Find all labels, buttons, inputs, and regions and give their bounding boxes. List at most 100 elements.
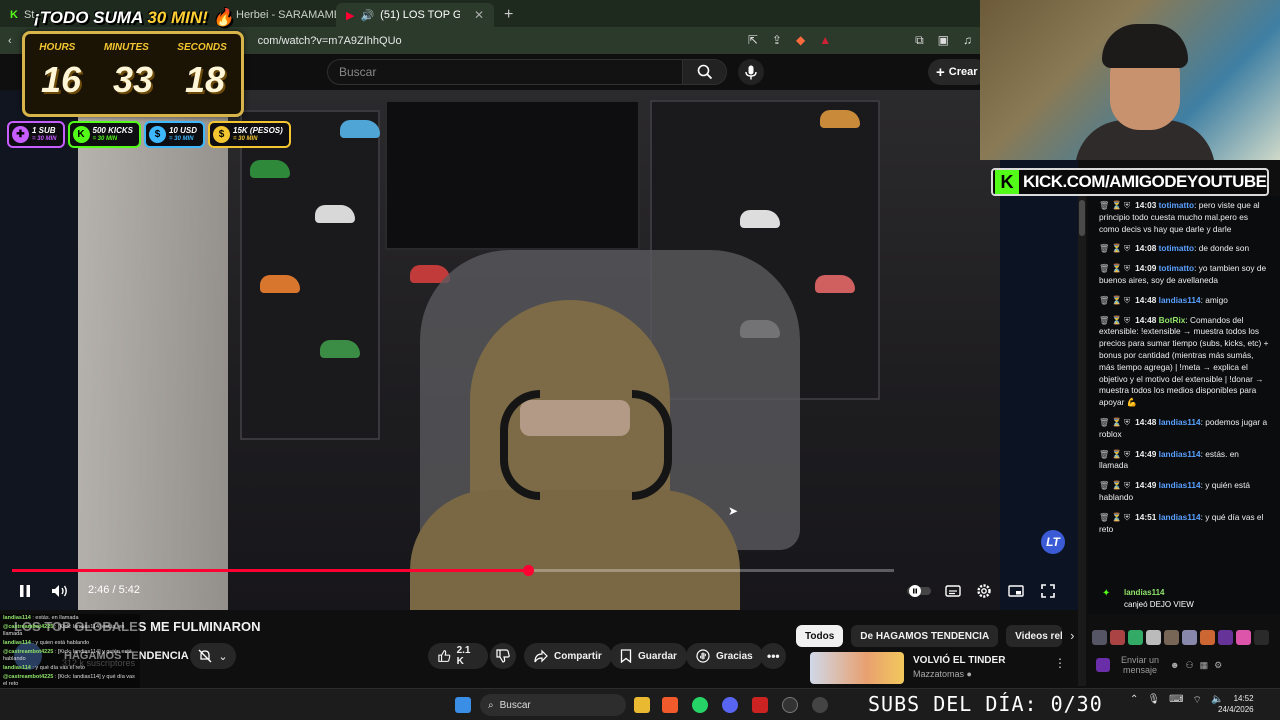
progress-knob[interactable] (522, 565, 534, 576)
chevron-right-icon[interactable]: › (1070, 625, 1074, 647)
redeem-text: canjeó DEJO VIEW (1124, 600, 1194, 609)
progress-bar[interactable] (12, 565, 894, 576)
chat-username[interactable]: landias114 (1159, 512, 1201, 522)
subtitles-button[interactable] (944, 582, 962, 600)
new-tab-button[interactable]: + (494, 3, 523, 27)
store-icon[interactable]: ▦ (1200, 660, 1209, 671)
emote-icon[interactable] (1254, 629, 1269, 645)
recommended-video[interactable]: VOLVIÓ EL TINDER Mazzatomas ● ⋮ (796, 652, 1066, 686)
thanks-button[interactable]: Gracias (686, 643, 763, 669)
volume-button[interactable] (50, 582, 70, 600)
video-player[interactable]: LT ➤ 2:46 / 5:42 (0, 90, 1078, 610)
like-button[interactable]: 2.1 K (428, 643, 488, 669)
overlay-chat-user: @castreambot4225 (3, 649, 54, 655)
chat-username[interactable]: BotRix (1159, 315, 1186, 325)
taskbar-search[interactable]: ⌕ Buscar (480, 694, 626, 716)
chat-settings-icon[interactable]: ⚙ (1214, 660, 1222, 671)
tab-youtube[interactable]: ▶ 🔊 (51) LOS TOP GLOBALES ME F ✕ (336, 3, 494, 27)
recommended-thumbnail[interactable] (810, 652, 904, 684)
chat-username[interactable]: totimatto (1159, 200, 1195, 210)
tray-keyboard-icon[interactable]: ⌨ (1169, 694, 1183, 707)
open-in-app-icon[interactable]: ⇱ (748, 33, 758, 48)
overlay-chat-user: landias114 (3, 640, 31, 646)
fullscreen-button[interactable] (1039, 582, 1057, 600)
channel-watermark-icon[interactable]: LT (1041, 530, 1065, 554)
back-icon[interactable]: ‹ (8, 35, 12, 47)
brave-shield-icon[interactable]: ◆ (796, 33, 805, 48)
brave-icon[interactable] (662, 697, 678, 713)
file-explorer-icon[interactable] (634, 697, 650, 713)
chip-all[interactable]: Todos (796, 625, 844, 647)
whatsapp-icon[interactable] (692, 697, 708, 713)
notifications-button[interactable]: ⌄ (190, 643, 236, 669)
emote-icon[interactable] (1092, 629, 1107, 645)
extensions-icon[interactable]: ⧉ (915, 33, 924, 48)
tray-chevron-icon[interactable]: ⌃ (1130, 694, 1138, 707)
emote-icon[interactable] (1146, 629, 1161, 645)
emote-icon[interactable] (1236, 629, 1251, 645)
emote-icon[interactable] (1128, 629, 1143, 645)
subathon-timer: HOURS MINUTES SECONDS 16 33 18 (22, 31, 244, 117)
wifi-icon[interactable]: ⌔ (1193, 694, 1202, 707)
chip-related[interactable]: Videos rel (1006, 625, 1063, 647)
emoji-icon[interactable]: ☻ (1170, 660, 1179, 670)
settings-button[interactable] (975, 582, 993, 600)
more-actions-button[interactable]: ••• (760, 643, 786, 669)
chat-mic-icon[interactable] (1096, 658, 1110, 672)
emote-icon[interactable] (1110, 629, 1125, 645)
recommended-title[interactable]: VOLVIÓ EL TINDER (913, 655, 1005, 666)
chat-scrollbar[interactable] (1078, 196, 1086, 686)
mod-actions-icon[interactable]: 🗑⏳⛨ (1099, 449, 1132, 459)
mod-actions-icon[interactable]: 🗑⏳⛨ (1099, 417, 1132, 427)
brave-rewards-icon[interactable]: ▲ (819, 33, 831, 48)
mod-actions-icon[interactable]: 🗑⏳⛨ (1099, 315, 1132, 325)
tray-mic-icon[interactable]: 🎙 (1147, 694, 1160, 707)
emote-icon[interactable] (1200, 629, 1215, 645)
app-icon[interactable] (752, 697, 768, 713)
create-button[interactable]: + Crear (928, 59, 988, 85)
chat-username[interactable]: landias114 (1159, 417, 1201, 427)
emote-icon[interactable] (1218, 629, 1233, 645)
chat-input[interactable]: Enviar un mensaje (1116, 655, 1164, 675)
chat-username[interactable]: landias114 (1159, 480, 1201, 490)
url-text[interactable]: com/watch?v=m7A9ZIhhQUo (258, 35, 402, 47)
emote-icon[interactable] (1164, 629, 1179, 645)
mod-actions-icon[interactable]: 🗑⏳⛨ (1099, 200, 1132, 210)
close-tab-icon[interactable]: ✕ (474, 8, 484, 22)
chip-channel[interactable]: De HAGAMOS TENDENCIA (851, 625, 999, 647)
chat-username[interactable]: totimatto (1159, 263, 1195, 273)
discord-icon[interactable] (722, 697, 738, 713)
media-icon[interactable]: ♫ (963, 33, 972, 48)
mod-actions-icon[interactable]: 🗑⏳⛨ (1099, 480, 1132, 490)
mod-actions-icon[interactable]: 🗑⏳⛨ (1099, 295, 1132, 305)
search-button[interactable] (682, 60, 726, 84)
windows-start-icon[interactable] (455, 697, 471, 713)
voice-search-button[interactable] (738, 59, 764, 85)
chat-username[interactable]: landias114 (1159, 449, 1201, 459)
wallet-icon[interactable]: ▣ (938, 33, 949, 48)
chat-timestamp: 14:03 (1135, 200, 1157, 210)
chat-username[interactable]: landias114 (1159, 295, 1201, 305)
chat-username[interactable]: totimatto (1159, 243, 1195, 253)
dislike-button[interactable] (490, 643, 516, 669)
pause-button[interactable] (16, 582, 34, 600)
miniplayer-button[interactable] (1007, 582, 1025, 600)
chat-tools-icon[interactable]: ⚇ (1185, 660, 1193, 671)
save-button[interactable]: Guardar (610, 643, 687, 669)
share-button[interactable]: Compartir (524, 643, 612, 669)
recommended-channel[interactable]: Mazzatomas ● (913, 669, 972, 679)
mod-actions-icon[interactable]: 🗑⏳⛨ (1099, 263, 1132, 273)
emote-icon[interactable] (1182, 629, 1197, 645)
redeem-user[interactable]: landias114 (1124, 588, 1164, 597)
mod-actions-icon[interactable]: 🗑⏳⛨ (1099, 243, 1132, 253)
obs-icon[interactable] (782, 697, 798, 713)
taskbar-clock[interactable]: 14:52 24/4/2026 (1218, 693, 1254, 715)
autoplay-toggle[interactable] (906, 584, 932, 598)
scrollbar-thumb[interactable] (1079, 200, 1085, 236)
search-input[interactable] (328, 65, 682, 79)
app-icon[interactable] (812, 697, 828, 713)
share-icon[interactable]: ⇪ (772, 33, 782, 48)
mod-actions-icon[interactable]: 🗑⏳⛨ (1099, 512, 1132, 522)
recommended-more-icon[interactable]: ⋮ (1054, 656, 1066, 670)
tab-herbei[interactable]: Herbei - SARAMAMBICHE (226, 3, 336, 27)
